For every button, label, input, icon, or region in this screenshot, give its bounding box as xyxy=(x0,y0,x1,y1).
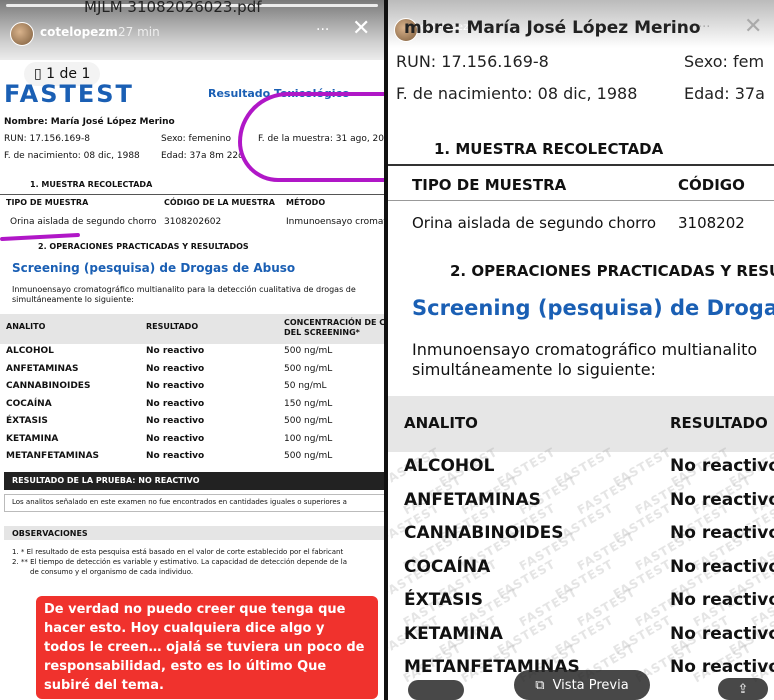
table-cell: METANFETAMINAS xyxy=(6,451,100,461)
table-cell: ALCOHOL xyxy=(404,456,495,476)
section-results: 2. OPERACIONES PRACTICADAS Y RESULTADOS xyxy=(38,242,249,251)
brand-logo: FASTEST xyxy=(4,80,134,108)
table-cell: CANNABINOIDES xyxy=(404,523,564,543)
sample-header-codigo: CÓDIGO DE LA MUESTRA xyxy=(164,198,275,207)
table-cell: 500 ng/mL xyxy=(284,416,333,426)
result-box-text: RESULTADO DE LA PRUEBA: NO REACTIVO xyxy=(12,476,200,485)
patient-birth: F. de nacimiento: 08 dic, 1988 xyxy=(4,151,140,161)
nav-left-button[interactable] xyxy=(408,680,464,700)
table-cell: KETAMINA xyxy=(6,433,59,444)
avatar[interactable] xyxy=(10,22,34,46)
table-cell: No reactivo xyxy=(146,416,205,426)
table-cell: No reactivo xyxy=(146,346,205,356)
close-icon[interactable]: ✕ xyxy=(352,16,370,41)
table-cell: 500 ng/mL xyxy=(284,363,333,374)
patient-name-zoom: mbre: María José López Merino xyxy=(404,18,701,38)
close-icon-right[interactable]: ✕ xyxy=(744,14,762,39)
run-zoom: RUN: 17.156.169-8 xyxy=(396,52,549,71)
screening-desc-1: Inmunoensayo cromatográfico multianalito… xyxy=(12,285,356,294)
table-cell: 150 ng/mL xyxy=(284,398,333,409)
table-cell: No reactivo xyxy=(670,623,774,644)
table-cell: 100 ng/mL xyxy=(284,433,333,444)
table-cell: No reactivo xyxy=(670,489,774,510)
patient-name: Nombre: María José López Merino xyxy=(4,117,175,127)
patient-sex: Sexo: femenino xyxy=(161,134,231,144)
patient-age: Edad: 37a 8m 22d xyxy=(161,151,244,161)
col-resultado-zoom: RESULTADO xyxy=(670,414,768,432)
sample-header-tipo: TIPO DE MUESTRA xyxy=(6,198,89,207)
highlight-underline xyxy=(0,232,81,242)
tipo-header-zoom: TIPO DE MUESTRA xyxy=(412,176,567,194)
screening-title-zoom: Screening (pesquisa) de Drogas d xyxy=(412,296,774,320)
table-cell: No reactivo xyxy=(146,451,205,461)
share-button[interactable]: ⇪ xyxy=(718,678,768,700)
story-caption: De verdad no puedo creer que tenga que h… xyxy=(36,596,378,699)
col-concentracion: CONCENTRACIÓN DE CO xyxy=(284,318,384,327)
table-cell: ALCOHOL xyxy=(6,346,54,356)
rule xyxy=(388,164,774,166)
username[interactable]: cotelopezm xyxy=(40,25,118,39)
table-cell: 50 ng/mL xyxy=(284,381,327,391)
screening-desc-2: simultáneamente lo siguiente: xyxy=(12,295,134,304)
col-concentracion-2: DEL SCREENING* xyxy=(284,328,360,337)
table-cell: No reactivo xyxy=(146,363,205,374)
obs-title: OBSERVACIONES xyxy=(12,529,88,538)
share-icon: ⇪ xyxy=(737,681,749,697)
codigo-value-zoom: 3108202 xyxy=(678,214,745,232)
preview-button[interactable]: ⧉ Vista Previa xyxy=(514,670,650,700)
post-time: 27 min xyxy=(118,25,160,39)
sample-method: Inmunoensayo cromato xyxy=(286,217,384,227)
birth-zoom: F. de nacimiento: 08 dic, 1988 xyxy=(396,84,638,103)
more-options-icon-right[interactable]: ··· xyxy=(698,20,710,35)
codigo-header-zoom: CÓDIGO xyxy=(678,176,745,194)
section-sample: 1. MUESTRA RECOLECTADA xyxy=(30,180,153,189)
table-cell: ÉXTASIS xyxy=(6,416,48,426)
table-cell: No reactivo xyxy=(670,657,774,677)
col-analito-zoom: ANALITO xyxy=(404,414,478,432)
col-analito: ANALITO xyxy=(6,322,46,331)
table-cell: 500 ng/mL xyxy=(284,451,333,461)
rule xyxy=(388,200,774,201)
table-cell: KETAMINA xyxy=(404,623,503,644)
table-cell: No reactivo xyxy=(670,523,774,543)
table-cell: No reactivo xyxy=(146,381,205,391)
table-cell: No reactivo xyxy=(146,433,205,444)
table-cell: ANFETAMINAS xyxy=(6,363,79,374)
sample-header-metodo: MÉTODO xyxy=(286,198,326,207)
table-cell: No reactivo xyxy=(670,590,774,610)
table-cell: No reactivo xyxy=(670,556,774,577)
story-left: MJLM 31082026023.pdf cotelopezm 27 min ·… xyxy=(0,0,384,700)
more-options-icon[interactable]: ··· xyxy=(316,22,329,38)
story-right: cotelopezm mbre: María José López Merino… xyxy=(388,0,774,700)
tipo-value-zoom: Orina aislada de segundo chorro xyxy=(412,214,657,232)
table-cell: CANNABINOIDES xyxy=(6,381,91,391)
result-note: Los analitos señalado en este examen no … xyxy=(12,498,347,506)
col-resultado: RESULTADO xyxy=(146,322,199,331)
table-cell: No reactivo xyxy=(146,398,205,409)
patient-run: RUN: 17.156.169-8 xyxy=(4,134,90,144)
table-cell: COCAÍNA xyxy=(404,556,491,577)
preview-icon: ⧉ xyxy=(535,677,545,693)
desc-1-zoom: Inmunoensayo cromatográfico multianalito xyxy=(412,340,758,359)
highlight-date-circle xyxy=(238,92,384,182)
age-zoom: Edad: 37a xyxy=(684,84,765,103)
table-cell: No reactivo xyxy=(670,456,774,476)
table-cell: 500 ng/mL xyxy=(284,346,333,356)
obs-3: de consumo y el organismo de cada indivi… xyxy=(30,568,194,576)
obs-2: 2. ** El tiempo de detección es variable… xyxy=(12,558,348,566)
sample-code: 3108202602 xyxy=(164,217,222,227)
pdf-title: MJLM 31082026023.pdf xyxy=(84,0,262,16)
sample-type: Orina aislada de segundo chorro xyxy=(10,217,157,227)
section-results-zoom: 2. OPERACIONES PRACTICADAS Y RESU xyxy=(450,262,774,280)
desc-2-zoom: simultáneamente lo siguiente: xyxy=(412,360,656,379)
table-cell: ANFETAMINAS xyxy=(404,489,541,510)
section-sample-zoom: 1. MUESTRA RECOLECTADA xyxy=(434,140,664,158)
sex-zoom: Sexo: fem xyxy=(684,52,765,71)
table-cell: COCAÍNA xyxy=(6,398,52,409)
table-cell: ÉXTASIS xyxy=(404,590,483,610)
screening-title: Screening (pesquisa) de Drogas de Abuso xyxy=(12,261,296,275)
obs-1: 1. * El resultado de esta pesquisa está … xyxy=(12,548,344,556)
